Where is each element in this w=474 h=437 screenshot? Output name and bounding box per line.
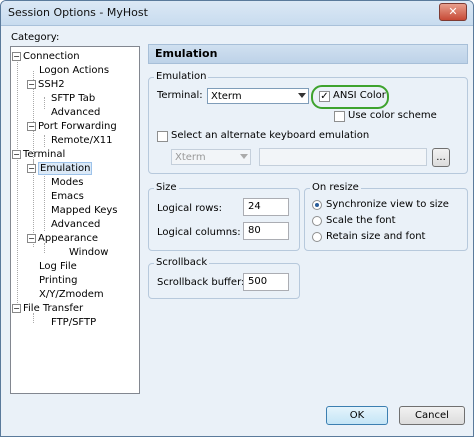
panel-title: Emulation xyxy=(155,47,218,60)
tree-item-appearance[interactable]: − Appearance xyxy=(27,232,98,245)
tree-item-emulation-advanced[interactable]: Advanced xyxy=(51,218,100,231)
tree-item-ftp-sftp[interactable]: FTP/SFTP xyxy=(51,316,96,329)
ok-button[interactable]: OK xyxy=(326,406,388,425)
tree-line xyxy=(17,57,18,307)
retain-size-radio[interactable] xyxy=(312,232,322,242)
on-resize-group-title: On resize xyxy=(310,182,361,193)
tree-item-printing[interactable]: Printing xyxy=(39,274,77,287)
collapse-icon[interactable]: − xyxy=(27,233,36,243)
tree-item-ssh2-advanced[interactable]: Advanced xyxy=(51,106,100,119)
use-color-scheme-checkbox[interactable] xyxy=(334,111,345,122)
tree-item-mapped-keys[interactable]: Mapped Keys xyxy=(51,204,117,217)
category-label: Category: xyxy=(11,32,60,43)
synchronize-label: Synchronize view to size xyxy=(326,199,449,210)
use-color-scheme-label: Use color scheme xyxy=(348,110,437,121)
alternate-emulation-value: Xterm xyxy=(175,152,206,163)
chevron-down-icon xyxy=(298,93,306,98)
tree-item-sftp-tab[interactable]: SFTP Tab xyxy=(51,92,95,105)
alternate-emulation-label: Select an alternate keyboard emulation xyxy=(171,130,370,141)
session-options-window: Session Options - MyHost ✕ Category: − Co… xyxy=(0,0,474,437)
category-tree[interactable]: − Connection Logon Actions − SSH2 SFTP Tab… xyxy=(10,46,140,394)
chevron-down-icon xyxy=(240,154,248,159)
tree-item-remote-x11[interactable]: Remote/X11 xyxy=(51,134,113,147)
terminal-select-value: Xterm xyxy=(211,91,242,102)
tree-item-ssh2[interactable]: − SSH2 xyxy=(27,78,65,91)
tree-line xyxy=(44,135,45,147)
tree-line xyxy=(44,97,45,109)
scale-font-radio[interactable] xyxy=(312,216,322,226)
emulation-group-title: Emulation xyxy=(154,71,209,82)
window-title: Session Options - MyHost xyxy=(8,6,148,19)
tree-item-emacs[interactable]: Emacs xyxy=(51,190,84,203)
checkmark-icon: ✓ xyxy=(320,91,329,102)
close-button[interactable]: ✕ xyxy=(439,3,467,21)
retain-size-label: Retain size and font xyxy=(326,231,426,242)
terminal-label: Terminal: xyxy=(157,90,203,101)
alternate-emulation-select[interactable]: Xterm xyxy=(171,149,251,165)
radio-dot xyxy=(315,203,319,207)
tree-item-connection[interactable]: − Connection xyxy=(12,50,80,63)
logical-columns-input[interactable]: 80 xyxy=(243,222,289,240)
collapse-icon[interactable]: − xyxy=(27,121,36,131)
collapse-icon[interactable]: − xyxy=(12,149,21,159)
logical-columns-label: Logical columns: xyxy=(157,227,241,238)
collapse-icon[interactable]: − xyxy=(27,79,36,89)
tree-item-file-transfer[interactable]: − File Transfer xyxy=(12,302,83,315)
panel-header: Emulation xyxy=(148,44,468,64)
tree-item-window[interactable]: Window xyxy=(69,246,108,259)
tree-item-port-forwarding[interactable]: − Port Forwarding xyxy=(27,120,117,133)
tree-item-xyzmodem[interactable]: X/Y/Zmodem xyxy=(39,288,104,301)
tree-item-modes[interactable]: Modes xyxy=(51,176,83,189)
logical-rows-label: Logical rows: xyxy=(157,203,222,214)
browse-button[interactable]: ... xyxy=(432,148,450,167)
tree-item-log-file[interactable]: Log File xyxy=(39,260,77,273)
logical-rows-input[interactable]: 24 xyxy=(243,198,289,216)
scale-font-label: Scale the font xyxy=(326,215,396,226)
cancel-button[interactable]: Cancel xyxy=(399,406,465,425)
tree-item-logon-actions[interactable]: Logon Actions xyxy=(39,64,109,77)
alternate-emulation-path[interactable] xyxy=(259,148,427,166)
terminal-select[interactable]: Xterm xyxy=(207,88,309,104)
scrollback-group-title: Scrollback xyxy=(154,257,210,268)
ansi-color-checkbox[interactable]: ✓ xyxy=(319,91,330,102)
tree-item-emulation[interactable]: − Emulation xyxy=(27,162,93,175)
scrollback-buffer-input[interactable]: 500 xyxy=(243,273,289,291)
title-bar: Session Options - MyHost ✕ xyxy=(1,1,473,26)
synchronize-radio[interactable] xyxy=(312,200,322,210)
size-group-title: Size xyxy=(154,182,179,193)
collapse-icon[interactable]: − xyxy=(27,163,36,173)
close-icon: ✕ xyxy=(448,5,458,18)
collapse-icon[interactable]: − xyxy=(12,303,21,313)
collapse-icon[interactable]: − xyxy=(12,51,21,61)
tree-item-terminal[interactable]: − Terminal xyxy=(12,148,65,161)
scrollback-buffer-label: Scrollback buffer: xyxy=(157,277,245,288)
alternate-emulation-checkbox[interactable] xyxy=(157,131,168,142)
tree-line xyxy=(44,173,45,231)
ansi-color-label: ANSI Color xyxy=(333,90,386,101)
